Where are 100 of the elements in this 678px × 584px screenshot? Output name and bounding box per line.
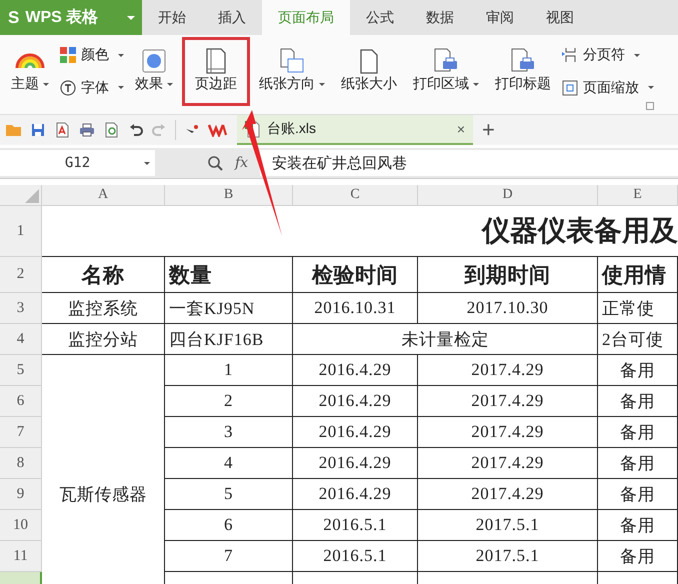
- document-tab[interactable]: 台账.xls ×: [237, 115, 473, 145]
- table-cell: 备用: [598, 510, 678, 541]
- caret-icon[interactable]: [127, 16, 135, 20]
- ribbon-tab[interactable]: 数据: [410, 0, 470, 35]
- table-cell: 2016.5.1: [293, 541, 418, 572]
- table-cell: 监控系统: [42, 293, 165, 324]
- function-button[interactable]: fx: [235, 155, 248, 171]
- caret-icon: [167, 82, 173, 86]
- font-icon: [60, 80, 76, 96]
- table-cell: 监控分站: [42, 324, 165, 355]
- table-cell: 备用: [598, 417, 678, 448]
- table-cell: 2017.10.30: [418, 293, 598, 324]
- undo-icon[interactable]: [129, 123, 143, 137]
- print-icon[interactable]: [79, 123, 95, 137]
- ribbon-button[interactable]: 页面缩放: [562, 78, 654, 97]
- table-cell: 2: [165, 386, 293, 417]
- print-preview-icon[interactable]: [104, 122, 120, 138]
- document-name: 台账.xls: [267, 120, 316, 138]
- ribbon-button[interactable]: 分页符: [562, 46, 654, 64]
- table-cell: 2台可使: [598, 324, 678, 355]
- print-icon: [433, 46, 459, 74]
- ribbon-tab[interactable]: 插入: [202, 0, 262, 35]
- app-logo: S: [8, 8, 20, 28]
- table-cell: 备用: [598, 448, 678, 479]
- table-cell: 2017.4.29: [418, 479, 598, 510]
- table-cell: 备用: [598, 479, 678, 510]
- table-cell: 四台KJF16B: [165, 324, 293, 355]
- wps-logo-icon[interactable]: [208, 123, 228, 137]
- table-cell: 正常使: [598, 293, 678, 324]
- table-cell: 2016.10.31: [293, 293, 418, 324]
- row-header[interactable]: 10: [0, 510, 42, 541]
- table-cell: 2016.4.29: [293, 386, 418, 417]
- row-header[interactable]: 7: [0, 417, 42, 448]
- column-header[interactable]: C: [293, 185, 418, 206]
- row-header[interactable]: 8: [0, 448, 42, 479]
- search-icon[interactable]: [207, 155, 223, 171]
- column-header[interactable]: D: [418, 185, 598, 206]
- table-cell: 一套KJ95N: [165, 293, 293, 324]
- caret-icon: [634, 54, 640, 57]
- pages-icon: [279, 46, 305, 74]
- caret-icon: [43, 82, 49, 86]
- caret-icon: [319, 82, 325, 86]
- ribbon-button[interactable]: 效果: [128, 37, 180, 106]
- table-cell: 4: [165, 448, 293, 479]
- app-title: WPS 表格: [25, 8, 98, 28]
- caret-icon: [118, 86, 124, 90]
- column-heading: 到期时间: [418, 257, 598, 293]
- customize-dropdown-icon[interactable]: [185, 125, 199, 135]
- page-icon: [359, 46, 379, 74]
- table-cell: 5: [165, 479, 293, 510]
- row-header[interactable]: 2: [0, 257, 42, 293]
- new-tab-button[interactable]: +: [482, 119, 495, 141]
- column-header[interactable]: E: [598, 185, 678, 206]
- table-cell: 2016.4.29: [293, 448, 418, 479]
- ribbon-button[interactable]: 打印区域: [406, 37, 486, 106]
- table-cell: 1: [165, 355, 293, 386]
- row-header[interactable]: 3: [0, 293, 42, 324]
- row-header[interactable]: 11: [0, 541, 42, 572]
- table-cell: 备用: [598, 355, 678, 386]
- ribbon-tab[interactable]: 视图: [530, 0, 590, 35]
- close-tab-button[interactable]: ×: [456, 121, 465, 137]
- triangle-icon: [25, 189, 39, 203]
- ribbon-button[interactable]: 纸张方向: [252, 37, 332, 106]
- table-cell: 2017.4.29: [418, 386, 598, 417]
- row-header[interactable]: 1: [0, 206, 42, 257]
- ribbon-tab[interactable]: 页面布局: [262, 0, 350, 35]
- table-cell: 2017.4.29: [418, 417, 598, 448]
- table-cell: 7: [165, 541, 293, 572]
- dialog-launcher-icon[interactable]: [646, 102, 654, 110]
- ribbon-button[interactable]: 页边距: [182, 37, 250, 106]
- color-grid-icon: [60, 47, 76, 64]
- ribbon-button[interactable]: 字体: [60, 78, 124, 97]
- ribbon-button[interactable]: 纸张大小: [334, 37, 404, 106]
- formula-field[interactable]: 安装在矿井总回风巷: [260, 150, 678, 176]
- row-header[interactable]: 4: [0, 324, 42, 355]
- zoom-page-icon: [562, 80, 578, 96]
- pdf-icon[interactable]: [54, 122, 70, 138]
- name-box[interactable]: G12: [0, 150, 155, 176]
- page-break-icon: [562, 47, 578, 64]
- table-cell: 2016.4.29: [293, 355, 418, 386]
- column-heading: 使用情: [598, 257, 678, 293]
- ribbon-tab[interactable]: 公式: [350, 0, 410, 35]
- row-header[interactable]: 6: [0, 386, 42, 417]
- table-cell: 备用: [598, 386, 678, 417]
- table-cell: 2016.5.1: [293, 510, 418, 541]
- ribbon-tab[interactable]: 开始: [142, 0, 202, 35]
- ribbon-tab[interactable]: 审阅: [470, 0, 530, 35]
- table-title: 仪器仪表备用及: [42, 206, 678, 257]
- table-cell: 未计量检定: [293, 324, 598, 355]
- print-icon: [510, 46, 536, 74]
- ribbon-button[interactable]: 打印标题: [488, 37, 558, 106]
- table-cell: 2017.5.1: [418, 541, 598, 572]
- column-header[interactable]: A: [42, 185, 165, 206]
- table-cell: 2016.4.29: [293, 417, 418, 448]
- row-header[interactable]: 9: [0, 479, 42, 510]
- column-header[interactable]: B: [165, 185, 293, 206]
- row-header[interactable]: 5: [0, 355, 42, 386]
- save-icon[interactable]: [31, 123, 45, 137]
- ribbon-button[interactable]: 主题: [4, 37, 56, 106]
- ribbon-button[interactable]: 颜色: [60, 46, 124, 64]
